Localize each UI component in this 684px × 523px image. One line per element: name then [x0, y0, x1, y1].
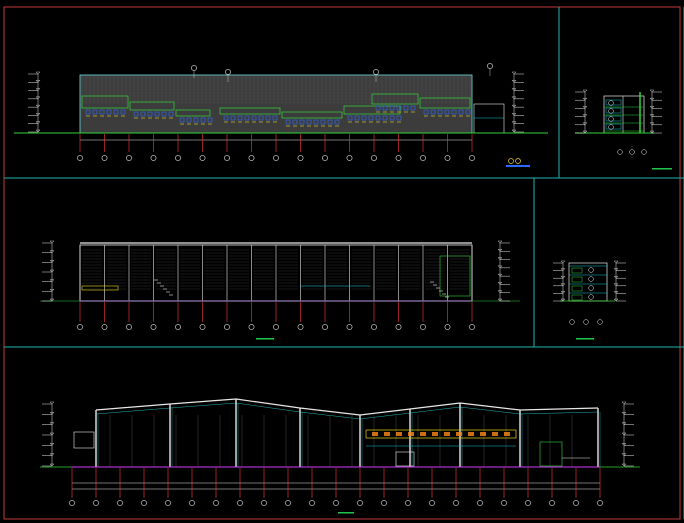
drawing-title-bar [506, 165, 530, 167]
mezzanine-equipment [372, 432, 378, 436]
mezzanine-equipment [384, 432, 390, 436]
mezzanine-equipment [396, 432, 402, 436]
mezzanine-equipment [504, 432, 510, 436]
mezzanine-equipment [408, 432, 414, 436]
drawing-title-bar [652, 168, 672, 170]
mezzanine-equipment [480, 432, 486, 436]
mezzanine-equipment [456, 432, 462, 436]
drawing-title-bar [256, 338, 274, 340]
cad-drawing-sheet [0, 0, 684, 523]
mezzanine-equipment [444, 432, 450, 436]
mezzanine-equipment [420, 432, 426, 436]
mezzanine-equipment [468, 432, 474, 436]
drawing-title-bar [338, 512, 354, 514]
drawing-title-bar [576, 338, 594, 340]
mezzanine-equipment [492, 432, 498, 436]
mezzanine-equipment [432, 432, 438, 436]
